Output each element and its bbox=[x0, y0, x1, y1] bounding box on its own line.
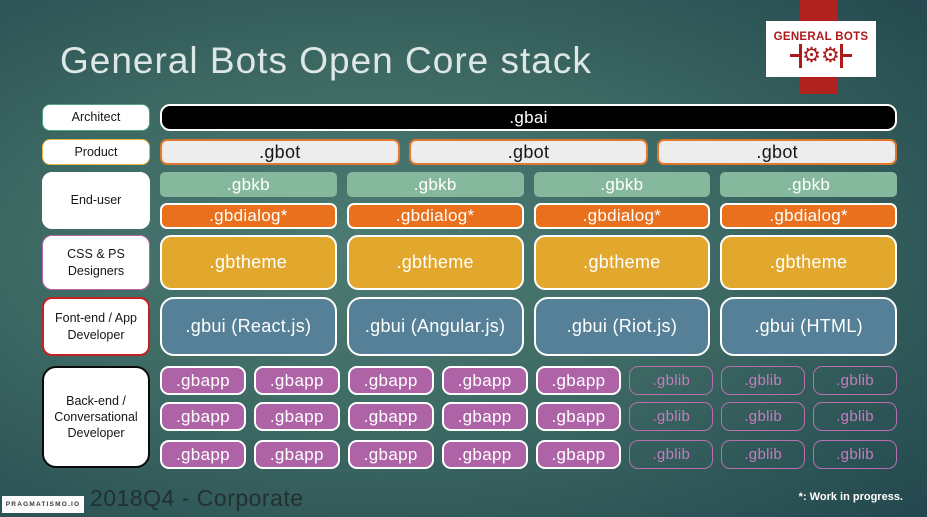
role-label-architect: Architect bbox=[42, 104, 150, 131]
role-label-frontend-app-developer: Font-end / App Developer bbox=[42, 297, 150, 356]
gbkb-box: .gbkb bbox=[533, 172, 711, 197]
logo-bar-left bbox=[790, 54, 800, 57]
logo-bar-right bbox=[842, 54, 852, 57]
gbapp-box: .gbapp bbox=[441, 366, 528, 395]
gbot-row: .gbot .gbot .gbot bbox=[160, 139, 898, 165]
gbapp-box: .gbapp bbox=[160, 440, 246, 469]
gbtheme-row: .gbtheme .gbtheme .gbtheme .gbtheme bbox=[160, 235, 897, 290]
role-label-end-user: End-user bbox=[42, 172, 150, 229]
gbapp-box: .gbapp bbox=[253, 440, 340, 469]
gbkb-row: .gbkb .gbkb .gbkb .gbkb bbox=[160, 172, 897, 197]
role-label-product: Product bbox=[42, 139, 150, 165]
gbtheme-box: .gbtheme bbox=[533, 235, 711, 290]
general-bots-logo: GENERAL BOTS ⚙ ⚙ bbox=[766, 21, 876, 77]
gbtheme-box: .gbtheme bbox=[346, 235, 524, 290]
gbapp-box: .gbapp bbox=[160, 402, 246, 431]
gbkb-box: .gbkb bbox=[720, 172, 897, 197]
gblib-box: .gblib bbox=[629, 440, 714, 469]
gbtheme-box: .gbtheme bbox=[160, 235, 337, 290]
gbkb-box: .gbkb bbox=[160, 172, 337, 197]
gbapp-box: .gbapp bbox=[535, 366, 622, 395]
gblib-box: .gblib bbox=[721, 402, 806, 431]
gbapp-box: .gbapp bbox=[441, 440, 528, 469]
gbdialog-box: .gbdialog* bbox=[160, 203, 337, 229]
gears-icon: ⚙ ⚙ bbox=[790, 43, 852, 68]
gbtheme-box: .gbtheme bbox=[720, 235, 897, 290]
logo-brand-text: GENERAL BOTS bbox=[773, 30, 869, 43]
gbdialog-box: .gbdialog* bbox=[533, 203, 711, 229]
gblib-box: .gblib bbox=[813, 440, 897, 469]
gbapp-box: .gbapp bbox=[347, 366, 434, 395]
gbapp-gblib-row: .gbapp .gbapp .gbapp .gbapp .gbapp .gbli… bbox=[160, 366, 897, 395]
gbapp-box: .gbapp bbox=[347, 440, 434, 469]
gbapp-gblib-row: .gbapp .gbapp .gbapp .gbapp .gbapp .gbli… bbox=[160, 440, 897, 469]
gbapp-box: .gbapp bbox=[441, 402, 528, 431]
gbkb-box: .gbkb bbox=[346, 172, 524, 197]
gblib-box: .gblib bbox=[813, 402, 897, 431]
gbai-box: .gbai bbox=[160, 104, 897, 131]
gbui-react-box: .gbui (React.js) bbox=[160, 297, 337, 356]
gbapp-box: .gbapp bbox=[160, 366, 246, 395]
gblib-box: .gblib bbox=[721, 440, 806, 469]
role-label-backend-conversational-developer: Back-end / Conversational Developer bbox=[42, 366, 150, 468]
gblib-box: .gblib bbox=[813, 366, 897, 395]
pragmatismo-badge: PRAGMATISMO.IO bbox=[2, 496, 84, 513]
gbai-row: .gbai bbox=[160, 104, 897, 131]
gbapp-box: .gbapp bbox=[347, 402, 434, 431]
footer-caption: 2018Q4 - Corporate bbox=[90, 485, 304, 511]
gbui-html-box: .gbui (HTML) bbox=[720, 297, 897, 356]
gbui-riot-box: .gbui (Riot.js) bbox=[533, 297, 711, 356]
page-title: General Bots Open Core stack bbox=[60, 40, 592, 81]
gear-icon: ⚙ bbox=[821, 43, 840, 67]
gblib-box: .gblib bbox=[721, 366, 806, 395]
gbapp-gblib-row: .gbapp .gbapp .gbapp .gbapp .gbapp .gbli… bbox=[160, 402, 897, 431]
role-label-css-ps-designers: CSS & PS Designers bbox=[42, 235, 150, 290]
gbapp-box: .gbapp bbox=[535, 402, 622, 431]
gbapp-box: .gbapp bbox=[535, 440, 622, 469]
gbdialog-box: .gbdialog* bbox=[346, 203, 524, 229]
gbdialog-row: .gbdialog* .gbdialog* .gbdialog* .gbdial… bbox=[160, 203, 897, 229]
gbapp-box: .gbapp bbox=[253, 402, 340, 431]
gbui-row: .gbui (React.js) .gbui (Angular.js) .gbu… bbox=[160, 297, 897, 356]
gbot-box: .gbot bbox=[408, 139, 649, 165]
gbot-box: .gbot bbox=[160, 139, 400, 165]
gblib-box: .gblib bbox=[629, 402, 714, 431]
gbdialog-box: .gbdialog* bbox=[720, 203, 897, 229]
gear-icon: ⚙ bbox=[802, 43, 821, 67]
slide-canvas: General Bots Open Core stack GENERAL BOT… bbox=[0, 0, 927, 517]
gbapp-box: .gbapp bbox=[253, 366, 340, 395]
gbot-box: .gbot bbox=[657, 139, 898, 165]
gbui-angular-box: .gbui (Angular.js) bbox=[346, 297, 524, 356]
gblib-box: .gblib bbox=[629, 366, 714, 395]
work-in-progress-note: *: Work in progress. bbox=[798, 491, 903, 503]
